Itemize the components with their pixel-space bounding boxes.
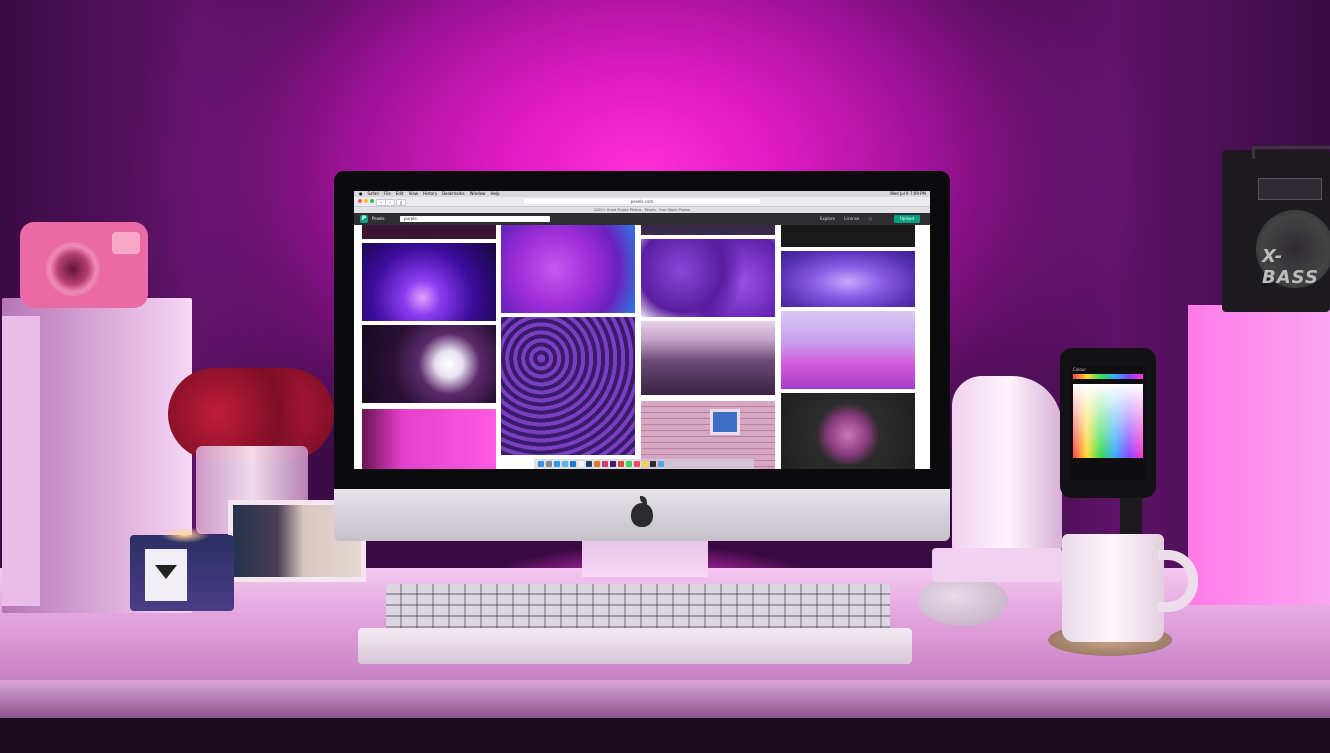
dock-finder-icon[interactable] — [538, 461, 544, 467]
desk-edge — [0, 680, 1330, 720]
boombox-speaker: X-BASS — [1222, 146, 1330, 312]
keyboard — [386, 584, 890, 632]
dock-folder-icon[interactable] — [658, 461, 664, 467]
photo-tile-ink-cloud[interactable] — [501, 225, 635, 313]
window-controls — [358, 199, 374, 203]
photo-grid — [354, 225, 930, 469]
address-bar[interactable]: pexels.com — [524, 199, 760, 204]
site-nav-links: Explore License ○ — [820, 213, 880, 225]
mac-dock — [534, 459, 754, 469]
thumbs-up-statue — [952, 376, 1062, 556]
forward-button[interactable]: › — [385, 199, 395, 206]
apple-logo-icon — [631, 496, 653, 527]
imac-bezel: ● Safari File Edit View History Bookmark… — [334, 171, 950, 489]
candle-flame-glow — [160, 527, 210, 543]
statue-base — [932, 548, 1062, 582]
photo-tile-top-partial-3[interactable] — [641, 225, 775, 235]
photo-tile-allium-field[interactable] — [641, 321, 775, 395]
photo-tile-water-drop[interactable] — [781, 251, 915, 307]
speaker-brand: X-BASS — [1262, 246, 1319, 288]
mug-doodle — [1074, 554, 1152, 624]
photo-tile-fiber-optic[interactable] — [362, 243, 496, 321]
sidebar-button[interactable]: ▯ — [396, 199, 406, 206]
dock-indesign-icon[interactable] — [602, 461, 608, 467]
minimize-window-icon[interactable] — [364, 199, 368, 203]
speaker-panel — [1258, 178, 1322, 200]
photo-tile-balloons[interactable] — [641, 239, 775, 317]
notifications-icon[interactable]: ○ — [869, 216, 873, 221]
upload-button[interactable]: Upload — [894, 215, 920, 223]
site-brand[interactable]: Pexels — [372, 213, 385, 225]
search-input[interactable]: purple — [400, 216, 550, 222]
dock-safari-icon[interactable] — [554, 461, 560, 467]
dock-terminal-icon[interactable] — [650, 461, 656, 467]
camera-lens-icon — [46, 242, 100, 296]
wrist-rest — [358, 628, 912, 664]
photo-tile-flower-ball[interactable] — [781, 393, 915, 469]
photo-tile-flower-field[interactable] — [501, 317, 635, 455]
photo-tile-birds-sky[interactable] — [781, 311, 915, 389]
site-header: P Pexels purple Explore License ○ Upload — [354, 213, 930, 225]
triangle-logo-icon — [155, 565, 177, 579]
nav-explore[interactable]: Explore — [820, 216, 835, 221]
dock-trash-icon[interactable] — [666, 461, 672, 467]
floor-shadow — [0, 718, 1330, 753]
dock-illustrator-icon[interactable] — [594, 461, 600, 467]
zoom-window-icon[interactable] — [370, 199, 374, 203]
phone-app-title: Colour — [1073, 367, 1086, 372]
coffee-mug — [1062, 534, 1198, 642]
dock-calendar-icon[interactable] — [578, 461, 584, 467]
dock-premiere-icon[interactable] — [610, 461, 616, 467]
photo-tile-top-partial-4[interactable] — [781, 225, 915, 247]
photo-tile-window[interactable] — [710, 409, 740, 435]
hue-slider[interactable] — [1073, 374, 1143, 379]
desk-scene: X-BASS ● Safari File Edit View History B… — [0, 0, 1330, 753]
nav-license[interactable]: License — [844, 216, 859, 221]
candle-jar — [130, 527, 234, 611]
imac-screen: ● Safari File Edit View History Bookmark… — [354, 191, 930, 469]
dock-photoshop-icon[interactable] — [586, 461, 592, 467]
site-logo[interactable]: P — [360, 215, 368, 223]
imac-stand — [582, 541, 708, 577]
cabinet-door — [2, 316, 41, 606]
close-window-icon[interactable] — [358, 199, 362, 203]
dock-appstore-icon[interactable] — [570, 461, 576, 467]
dock-music-icon[interactable] — [634, 461, 640, 467]
mouse — [918, 576, 1008, 626]
photo-tile-pink-abstract[interactable] — [362, 409, 496, 469]
dock-notes-icon[interactable] — [642, 461, 648, 467]
photo-tile-top-partial[interactable] — [362, 225, 496, 239]
speaker-handle — [1252, 146, 1330, 159]
dock-messages-icon[interactable] — [626, 461, 632, 467]
smartphone: Colour — [1060, 348, 1156, 498]
imac-computer: ● Safari File Edit View History Bookmark… — [334, 171, 950, 541]
right-cabinet — [1188, 305, 1330, 605]
browser-toolbar: ‹ › ▯ pexels.com — [354, 197, 930, 207]
instant-camera — [20, 222, 148, 308]
photo-tile-daisy[interactable] — [362, 325, 496, 403]
dock-mail-icon[interactable] — [562, 461, 568, 467]
dock-chrome-icon[interactable] — [618, 461, 624, 467]
camera-flash — [112, 232, 140, 254]
dock-launchpad-icon[interactable] — [546, 461, 552, 467]
phone-screen: Colour — [1070, 366, 1146, 480]
color-picker[interactable] — [1073, 384, 1143, 458]
